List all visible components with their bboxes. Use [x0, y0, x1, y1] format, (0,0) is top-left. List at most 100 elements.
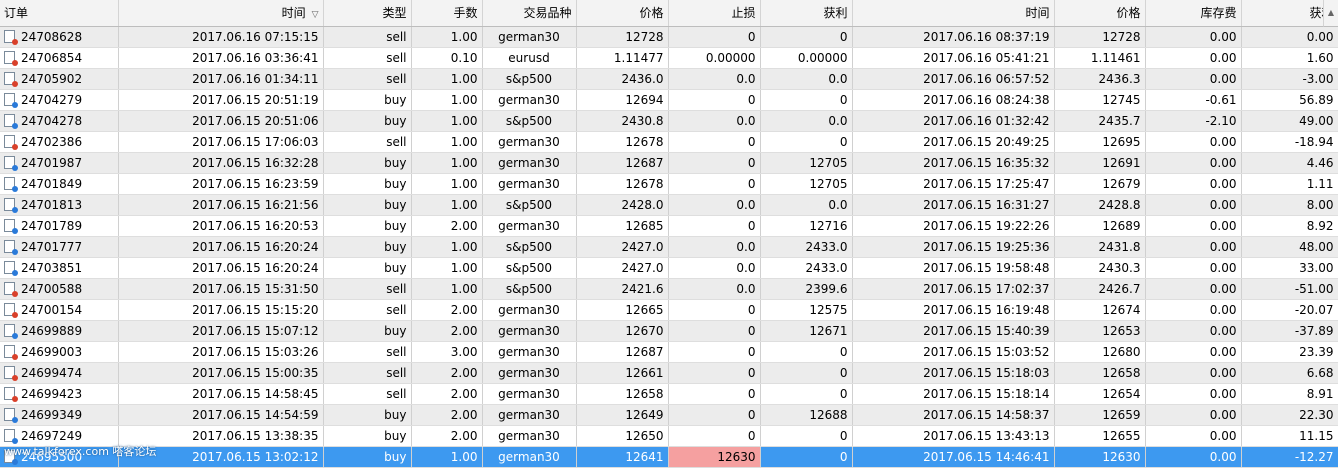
table-row[interactable]: 24701813 2017.06.15 16:21:56 buy 1.00 s&p500… — [0, 194, 1338, 216]
cell-stop-loss: 0 — [668, 383, 761, 405]
buy-order-icon — [4, 428, 18, 444]
table-row[interactable]: 24705902 2017.06.16 01:34:11 sell 1.00 s&p50… — [0, 68, 1338, 90]
table-row[interactable]: 24702386 2017.06.15 17:06:03 sell 1.00 germa… — [0, 131, 1338, 153]
cell-close-price: 2428.8 — [1054, 194, 1146, 216]
cell-close-price: 12691 — [1054, 152, 1146, 174]
col-header-close-time[interactable]: 时间 — [852, 0, 1055, 27]
cell-stop-loss: 0 — [668, 404, 761, 426]
cell-close-price: 2435.7 — [1054, 110, 1146, 132]
cell-volume: 1.00 — [411, 152, 483, 174]
table-row[interactable]: 24699474 2017.06.15 15:00:35 sell 2.00 germa… — [0, 362, 1338, 384]
cell-open-time: 2017.06.15 15:03:26 — [118, 341, 324, 363]
scroll-up-arrow-icon[interactable]: ▲ — [1323, 0, 1338, 27]
cell-swap: 0.00 — [1145, 131, 1242, 153]
cell-symbol: german30 — [482, 341, 577, 363]
table-row[interactable]: 24695500 2017.06.15 13:02:12 buy 1.00 german… — [0, 446, 1338, 468]
sell-order-icon — [4, 71, 18, 87]
cell-volume: 1.00 — [411, 194, 483, 216]
sort-descending-icon: ▽ — [311, 10, 319, 21]
col-header-volume[interactable]: 手数 — [411, 0, 483, 27]
cell-swap: -0.61 — [1145, 89, 1242, 111]
cell-symbol: eurusd — [482, 47, 577, 69]
cell-close-time: 2017.06.16 01:32:42 — [852, 110, 1055, 132]
cell-type: buy — [323, 446, 412, 468]
cell-swap: 0.00 — [1145, 383, 1242, 405]
cell-close-time: 2017.06.15 16:35:32 — [852, 152, 1055, 174]
order-id-text: 24706854 — [21, 50, 83, 65]
cell-swap: 0.00 — [1145, 215, 1242, 237]
order-id-text: 24699889 — [21, 323, 83, 338]
col-header-symbol[interactable]: 交易品种 — [482, 0, 577, 27]
table-row[interactable]: 24699349 2017.06.15 14:54:59 buy 2.00 german… — [0, 404, 1338, 426]
cell-open-price: 12687 — [576, 152, 669, 174]
col-header-close-price[interactable]: 价格 — [1054, 0, 1146, 27]
cell-order-id: 24700154 — [0, 299, 119, 321]
cell-open-price: 2428.0 — [576, 194, 669, 216]
buy-order-icon — [4, 176, 18, 192]
cell-profit: 1.11 — [1241, 173, 1338, 195]
table-row[interactable]: 24703851 2017.06.15 16:20:24 buy 1.00 s&p500… — [0, 257, 1338, 279]
table-row[interactable]: 24706854 2017.06.16 03:36:41 sell 0.10 eurus… — [0, 47, 1338, 69]
col-header-take-profit[interactable]: 获利 — [760, 0, 853, 27]
cell-close-time: 2017.06.15 16:31:27 — [852, 194, 1055, 216]
cell-stop-loss: 0 — [668, 362, 761, 384]
table-row[interactable]: 24704278 2017.06.15 20:51:06 buy 1.00 s&p500… — [0, 110, 1338, 132]
cell-close-time: 2017.06.15 14:58:37 — [852, 404, 1055, 426]
table-row[interactable]: 24700154 2017.06.15 15:15:20 sell 2.00 germa… — [0, 299, 1338, 321]
table-row[interactable]: 24700588 2017.06.15 15:31:50 sell 1.00 s&p50… — [0, 278, 1338, 300]
sell-order-icon — [4, 29, 18, 45]
cell-close-price: 12674 — [1054, 299, 1146, 321]
table-row[interactable]: 24699889 2017.06.15 15:07:12 buy 2.00 german… — [0, 320, 1338, 342]
cell-stop-loss: 0.0 — [668, 236, 761, 258]
table-row[interactable]: 24704279 2017.06.15 20:51:19 buy 1.00 german… — [0, 89, 1338, 111]
cell-stop-loss: 0.0 — [668, 278, 761, 300]
cell-take-profit: 0.00000 — [760, 47, 853, 69]
cell-open-time: 2017.06.15 14:58:45 — [118, 383, 324, 405]
col-header-stop-loss[interactable]: 止损 — [668, 0, 761, 27]
cell-close-time: 2017.06.15 16:19:48 — [852, 299, 1055, 321]
cell-symbol: german30 — [482, 131, 577, 153]
buy-order-icon — [4, 218, 18, 234]
cell-open-price: 2430.8 — [576, 110, 669, 132]
col-header-open-price[interactable]: 价格 — [576, 0, 669, 27]
table-row[interactable]: 24699003 2017.06.15 15:03:26 sell 3.00 germa… — [0, 341, 1338, 363]
cell-order-id: 24702386 — [0, 131, 119, 153]
cell-profit: 1.60 — [1241, 47, 1338, 69]
cell-volume: 1.00 — [411, 26, 483, 48]
cell-symbol: german30 — [482, 89, 577, 111]
col-header-order[interactable]: 订单 — [0, 0, 119, 27]
cell-volume: 1.00 — [411, 110, 483, 132]
table-row[interactable]: 24701849 2017.06.15 16:23:59 buy 1.00 german… — [0, 173, 1338, 195]
col-header-swap[interactable]: 库存费 — [1145, 0, 1242, 27]
cell-open-price: 12685 — [576, 215, 669, 237]
table-row[interactable]: 24701987 2017.06.15 16:32:28 buy 1.00 german… — [0, 152, 1338, 174]
table-row[interactable]: 24699423 2017.06.15 14:58:45 sell 2.00 germa… — [0, 383, 1338, 405]
cell-type: buy — [323, 320, 412, 342]
table-row[interactable]: 24697249 2017.06.15 13:38:35 buy 2.00 german… — [0, 425, 1338, 447]
cell-order-id: 24706854 — [0, 47, 119, 69]
cell-order-id: 24701789 — [0, 215, 119, 237]
table-row[interactable]: 24708628 2017.06.16 07:15:15 sell 1.00 germa… — [0, 26, 1338, 48]
cell-swap: -2.10 — [1145, 110, 1242, 132]
cell-close-price: 12695 — [1054, 131, 1146, 153]
cell-swap: 0.00 — [1145, 362, 1242, 384]
cell-close-time: 2017.06.15 15:18:14 — [852, 383, 1055, 405]
cell-take-profit: 0 — [760, 26, 853, 48]
cell-open-time: 2017.06.15 17:06:03 — [118, 131, 324, 153]
col-header-open-time[interactable]: 时间 ▽ — [118, 0, 324, 27]
cell-swap: 0.00 — [1145, 404, 1242, 426]
cell-volume: 2.00 — [411, 425, 483, 447]
cell-profit: -12.27 — [1241, 446, 1338, 468]
cell-type: sell — [323, 299, 412, 321]
cell-open-price: 1.11477 — [576, 47, 669, 69]
cell-symbol: german30 — [482, 446, 577, 468]
cell-close-price: 12745 — [1054, 89, 1146, 111]
cell-take-profit: 2433.0 — [760, 236, 853, 258]
col-header-type[interactable]: 类型 — [323, 0, 412, 27]
cell-swap: 0.00 — [1145, 68, 1242, 90]
cell-swap: 0.00 — [1145, 446, 1242, 468]
table-row[interactable]: 24701789 2017.06.15 16:20:53 buy 2.00 german… — [0, 215, 1338, 237]
table-row[interactable]: 24701777 2017.06.15 16:20:24 buy 1.00 s&p500… — [0, 236, 1338, 258]
cell-stop-loss: 0 — [668, 152, 761, 174]
cell-open-price: 2427.0 — [576, 236, 669, 258]
